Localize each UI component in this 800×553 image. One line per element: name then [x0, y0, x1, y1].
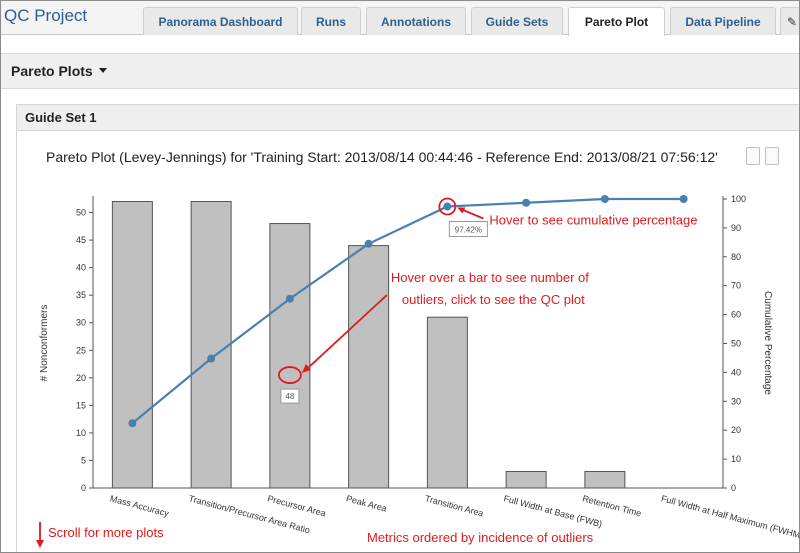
- cumulative-point-4[interactable]: [364, 239, 373, 248]
- y-tick-label: 45: [76, 235, 86, 245]
- x-tick-label: Full Width at Half Maximum (FWHM): [660, 493, 800, 541]
- y-tick-label: 30: [76, 318, 86, 328]
- bar-3[interactable]: [269, 223, 311, 489]
- y2-tick-label: 30: [731, 396, 741, 406]
- y-tick-label: 5: [81, 455, 86, 465]
- bar-7[interactable]: [584, 470, 626, 489]
- y2-tick-label: 100: [731, 194, 746, 204]
- cumulative-point-1[interactable]: [128, 419, 137, 428]
- x-tick-label: Mass Accuracy: [109, 493, 171, 518]
- cumulative-point-7[interactable]: [600, 195, 609, 203]
- bar-6[interactable]: [505, 470, 547, 489]
- pareto-chart: 0 5 10 15 20 25 30 35 40 45 50 0 10 20 30 40 50 60 70 80 90 1…: [36, 194, 800, 548]
- y-tick-label: 25: [76, 345, 86, 355]
- y-tick-label: 0: [81, 483, 86, 493]
- cumulative-hint: Hover to see cumulative percentage: [489, 213, 697, 228]
- bar-hint-line1: Hover over a bar to see number of: [391, 270, 589, 285]
- y2-tick-label: 20: [731, 425, 741, 435]
- y-tick-label: 35: [76, 290, 86, 300]
- x-tick-label: Retention Time: [581, 493, 642, 518]
- x-tick-label: Precursor Area: [266, 493, 327, 518]
- y2-axis-label: Cumulative Percentage: [762, 291, 773, 395]
- scroll-arrowhead: [36, 540, 44, 548]
- y2-tick-label: 50: [731, 339, 741, 349]
- y2-tick-label: 10: [731, 454, 741, 464]
- x-tick-label: Transition Area: [424, 493, 485, 518]
- scroll-hint: Scroll for more plots: [48, 525, 164, 540]
- bar-1[interactable]: [111, 201, 153, 489]
- bar-tooltip-text: 48: [285, 392, 294, 401]
- cumulative-point-6[interactable]: [522, 198, 531, 207]
- y2-tick-label: 70: [731, 281, 741, 291]
- bar-4[interactable]: [348, 245, 390, 489]
- bar-hint-line2: outliers, click to see the QC plot: [402, 292, 585, 307]
- y-tick-label: 15: [76, 400, 86, 410]
- cumulative-point-5[interactable]: [443, 202, 452, 211]
- y2-tick-label: 0: [731, 483, 736, 493]
- y-tick-label: 50: [76, 208, 86, 218]
- cumulative-point-8[interactable]: [679, 195, 688, 203]
- y-tick-label: 40: [76, 263, 86, 273]
- y2-tick-label: 80: [731, 252, 741, 262]
- bar-5[interactable]: [426, 316, 468, 489]
- order-hint: Metrics ordered by incidence of outliers: [367, 530, 594, 545]
- y-axis-label: # Nonconformers: [39, 305, 50, 382]
- cumulative-tooltip-text: 97.42%: [455, 226, 482, 235]
- x-tick-label: Peak Area: [345, 493, 388, 513]
- y2-tick-label: 60: [731, 310, 741, 320]
- y2-tick-label: 90: [731, 223, 741, 233]
- cumulative-point-3[interactable]: [285, 294, 294, 303]
- y-tick-label: 10: [76, 428, 86, 438]
- cumulative-point-2[interactable]: [207, 354, 216, 363]
- y2-tick-label: 40: [731, 367, 741, 377]
- qc-project-window: QC Project Panorama Dashboard Runs Annot…: [0, 0, 800, 553]
- y-tick-label: 20: [76, 373, 86, 383]
- bar-2[interactable]: [190, 201, 232, 489]
